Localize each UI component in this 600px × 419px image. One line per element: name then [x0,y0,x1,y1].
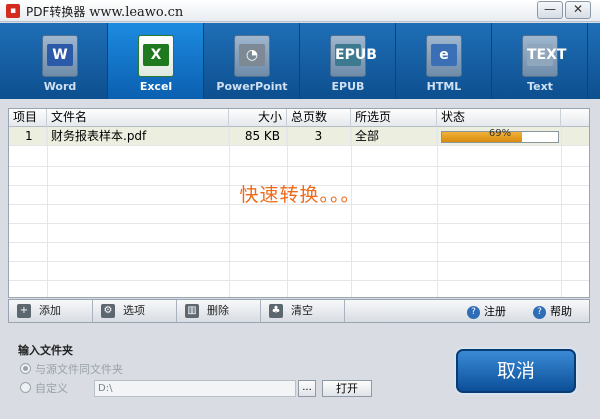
close-icon: ✕ [572,2,584,16]
help-link[interactable]: ? 帮助 [533,303,572,321]
grid-divider [287,127,288,297]
add-button-label: 添加 [39,304,61,317]
window-title-url: www.leawo.cn [89,5,184,20]
folder-path-input[interactable]: D:\ [94,380,296,397]
help-label: 帮助 [550,305,572,318]
row-pages: 3 [287,127,351,146]
tab-epub-label: EPUB [331,80,365,93]
delete-button[interactable]: ▥ 删除 [177,300,261,322]
row-filename: 财务报表样本.pdf [47,127,229,146]
epub-badge: EPUB [335,44,377,66]
row-selected-pages: 全部 [351,127,437,146]
open-folder-button[interactable]: 打开 [322,380,372,397]
options-button-label: 选项 [123,304,145,317]
row-index: 1 [9,127,47,146]
broom-icon: ♣ [269,304,283,318]
action-bar: + 添加 ⚙ 选项 ▥ 删除 ♣ 清空 ? 注册 ? 帮助 [8,299,590,323]
conversion-progress-bar: 69% [441,128,559,143]
minimize-icon: — [544,2,556,16]
text-badge: TEXT [527,44,566,66]
tab-html-label: HTML [426,80,462,93]
grid-divider [229,127,230,297]
col-size[interactable]: 大小 [229,109,287,127]
tab-powerpoint-label: PowerPoint [216,80,288,93]
grid-divider [47,127,48,297]
progress-text: 69% [488,128,512,139]
window-title: PDF转换器 www.leawo.cn [26,3,183,20]
excel-badge: X [143,44,169,66]
options-button[interactable]: ⚙ 选项 [93,300,177,322]
grid-row-line [9,280,589,281]
radio-same-folder[interactable]: 与源文件同文件夹 [20,362,123,378]
status-message: 快速转换。。。 [239,184,361,206]
table-header: 项目 文件名 大小 总页数 所选页 状态 [9,109,589,127]
input-folder-title: 输入文件夹 [18,344,73,357]
tab-excel-label: Excel [139,80,173,93]
gear-icon: ⚙ [101,304,115,318]
grid-divider [437,127,438,297]
browse-button[interactable]: ... [298,380,316,397]
trash-icon: ▥ [185,304,199,318]
key-icon: ? [467,305,480,319]
input-folder-section: 输入文件夹 与源文件同文件夹 自定义 D:\ ... 打开 [8,332,438,412]
tab-html[interactable]: e HTML [396,23,492,99]
minimize-button[interactable]: — [537,1,563,19]
window-title-prefix: PDF转换器 [26,5,86,19]
format-tab-bar: W Word X Excel ◔ PowerPoint EPUB EPUB e … [0,23,600,99]
tab-word[interactable]: W Word [12,23,108,99]
grid-row-line [9,261,589,262]
text-doc-icon: TEXT [522,35,566,77]
html-doc-icon: e [426,35,462,77]
powerpoint-badge: ◔ [239,44,265,66]
html-badge: e [431,44,457,66]
tab-epub[interactable]: EPUB EPUB [300,23,396,99]
add-file-icon: + [17,304,31,318]
col-status[interactable]: 状态 [437,109,561,127]
close-button[interactable]: ✕ [565,1,591,19]
radio-icon [20,382,31,393]
register-label: 注册 [484,305,506,318]
col-selected-pages[interactable]: 所选页 [351,109,437,127]
epub-doc-icon: EPUB [330,35,377,77]
title-bar: ▪ PDF转换器 www.leawo.cn — ✕ [0,0,600,22]
tab-word-label: Word [43,80,77,93]
powerpoint-doc-icon: ◔ [234,35,270,77]
grid-divider [561,127,562,297]
cancel-button[interactable]: 取消 [456,349,576,393]
grid-row-line [9,242,589,243]
excel-doc-icon: X [138,35,174,77]
radio-custom-label: 自定义 [35,382,68,395]
row-size: 85 KB [229,127,287,146]
tab-text[interactable]: TEXT Text [492,23,588,99]
tab-powerpoint[interactable]: ◔ PowerPoint [204,23,300,99]
grid-row-line [9,166,589,167]
add-button[interactable]: + 添加 [9,300,93,322]
grid-divider [351,127,352,297]
radio-same-folder-label: 与源文件同文件夹 [35,363,123,376]
radio-custom-folder[interactable]: 自定义 [20,381,68,397]
col-index[interactable]: 项目 [9,109,47,127]
register-link[interactable]: ? 注册 [467,303,506,321]
col-pages[interactable]: 总页数 [287,109,351,127]
word-badge: W [47,44,73,66]
delete-button-label: 删除 [207,304,229,317]
help-icon: ? [533,305,546,319]
col-filename[interactable]: 文件名 [47,109,229,127]
word-doc-icon: W [42,35,78,77]
clear-button[interactable]: ♣ 清空 [261,300,345,322]
radio-icon [20,363,31,374]
grid-row-line [9,223,589,224]
table-row[interactable]: 1 财务报表样本.pdf 85 KB 3 全部 69% [9,127,589,146]
tab-text-label: Text [527,80,553,93]
app-pdf-icon: ▪ [6,4,20,18]
tab-excel[interactable]: X Excel [108,23,204,99]
clear-button-label: 清空 [291,304,313,317]
